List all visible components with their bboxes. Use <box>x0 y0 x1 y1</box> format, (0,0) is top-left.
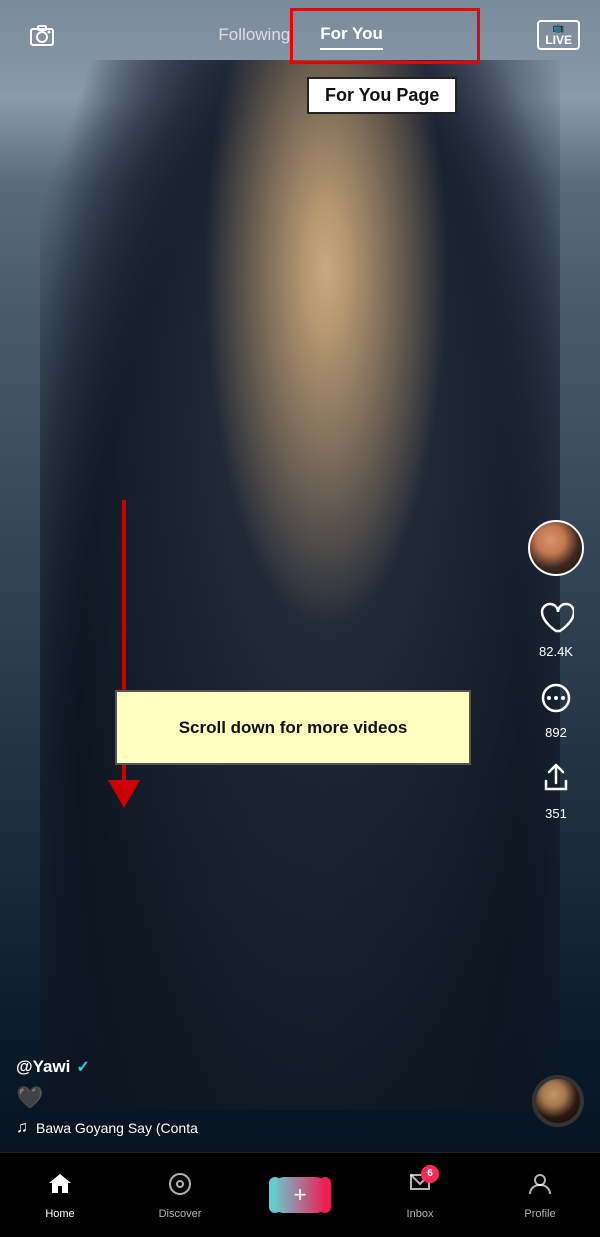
like-count: 82.4K <box>539 644 573 659</box>
heart-small: 🖤 <box>16 1085 198 1111</box>
for-you-tab[interactable]: For You <box>320 20 383 50</box>
inbox-label: Inbox <box>407 1208 434 1220</box>
share-count: 351 <box>545 806 567 821</box>
comment-button[interactable]: 892 <box>531 673 581 740</box>
plus-icon: + <box>294 1182 307 1208</box>
discover-icon <box>167 1171 193 1204</box>
music-note-icon: ♫ <box>16 1119 28 1137</box>
username-row: @Yawi ✓ <box>16 1057 198 1077</box>
bottom-nav-home[interactable]: Home <box>0 1171 120 1220</box>
user-info: @Yawi ✓ 🖤 ♫ Bawa Goyang Say (Conta <box>16 1057 198 1137</box>
video-background <box>0 0 600 1237</box>
add-video-button[interactable]: + <box>274 1177 326 1213</box>
nav-tabs: Following For You <box>218 20 382 50</box>
inbox-wrapper: 6 <box>407 1171 433 1204</box>
share-icon <box>531 754 581 804</box>
scroll-annotation-box: Scroll down for more videos <box>115 690 471 765</box>
share-button[interactable]: 351 <box>531 754 581 821</box>
comment-icon <box>531 673 581 723</box>
following-tab[interactable]: Following <box>218 21 290 49</box>
bottom-nav-inbox[interactable]: 6 Inbox <box>360 1171 480 1220</box>
comment-count: 892 <box>545 725 567 740</box>
music-info: ♫ Bawa Goyang Say (Conta <box>16 1119 198 1137</box>
username-text[interactable]: @Yawi <box>16 1057 70 1077</box>
like-button[interactable]: 82.4K <box>531 592 581 659</box>
profile-label: Profile <box>524 1208 555 1220</box>
bottom-nav-discover[interactable]: Discover <box>120 1171 240 1220</box>
right-actions: 82.4K 892 351 <box>528 520 584 829</box>
home-icon <box>47 1171 73 1204</box>
camera-button[interactable] <box>20 13 64 57</box>
live-button[interactable]: 📺 LIVE <box>537 20 580 50</box>
arrow-head <box>108 780 140 808</box>
live-label: LIVE <box>545 34 572 46</box>
bottom-nav-profile[interactable]: Profile <box>480 1171 600 1220</box>
annotation-text: For You Page <box>325 85 439 105</box>
home-label: Home <box>45 1208 74 1220</box>
creator-avatar[interactable] <box>528 520 584 576</box>
discover-label: Discover <box>159 1208 202 1220</box>
bottom-navigation: Home Discover + 6 Inbox <box>0 1152 600 1237</box>
verified-icon: ✓ <box>76 1057 89 1077</box>
for-you-page-annotation: For You Page <box>307 77 457 114</box>
music-disc <box>532 1075 584 1127</box>
music-title: Bawa Goyang Say (Conta <box>36 1120 198 1136</box>
inbox-badge: 6 <box>421 1165 439 1183</box>
profile-icon <box>527 1171 553 1204</box>
heart-icon <box>531 592 581 642</box>
scroll-label: Scroll down for more videos <box>179 718 408 738</box>
bottom-nav-add[interactable]: + <box>240 1177 360 1213</box>
top-navigation: Following For You 📺 LIVE <box>0 0 600 70</box>
